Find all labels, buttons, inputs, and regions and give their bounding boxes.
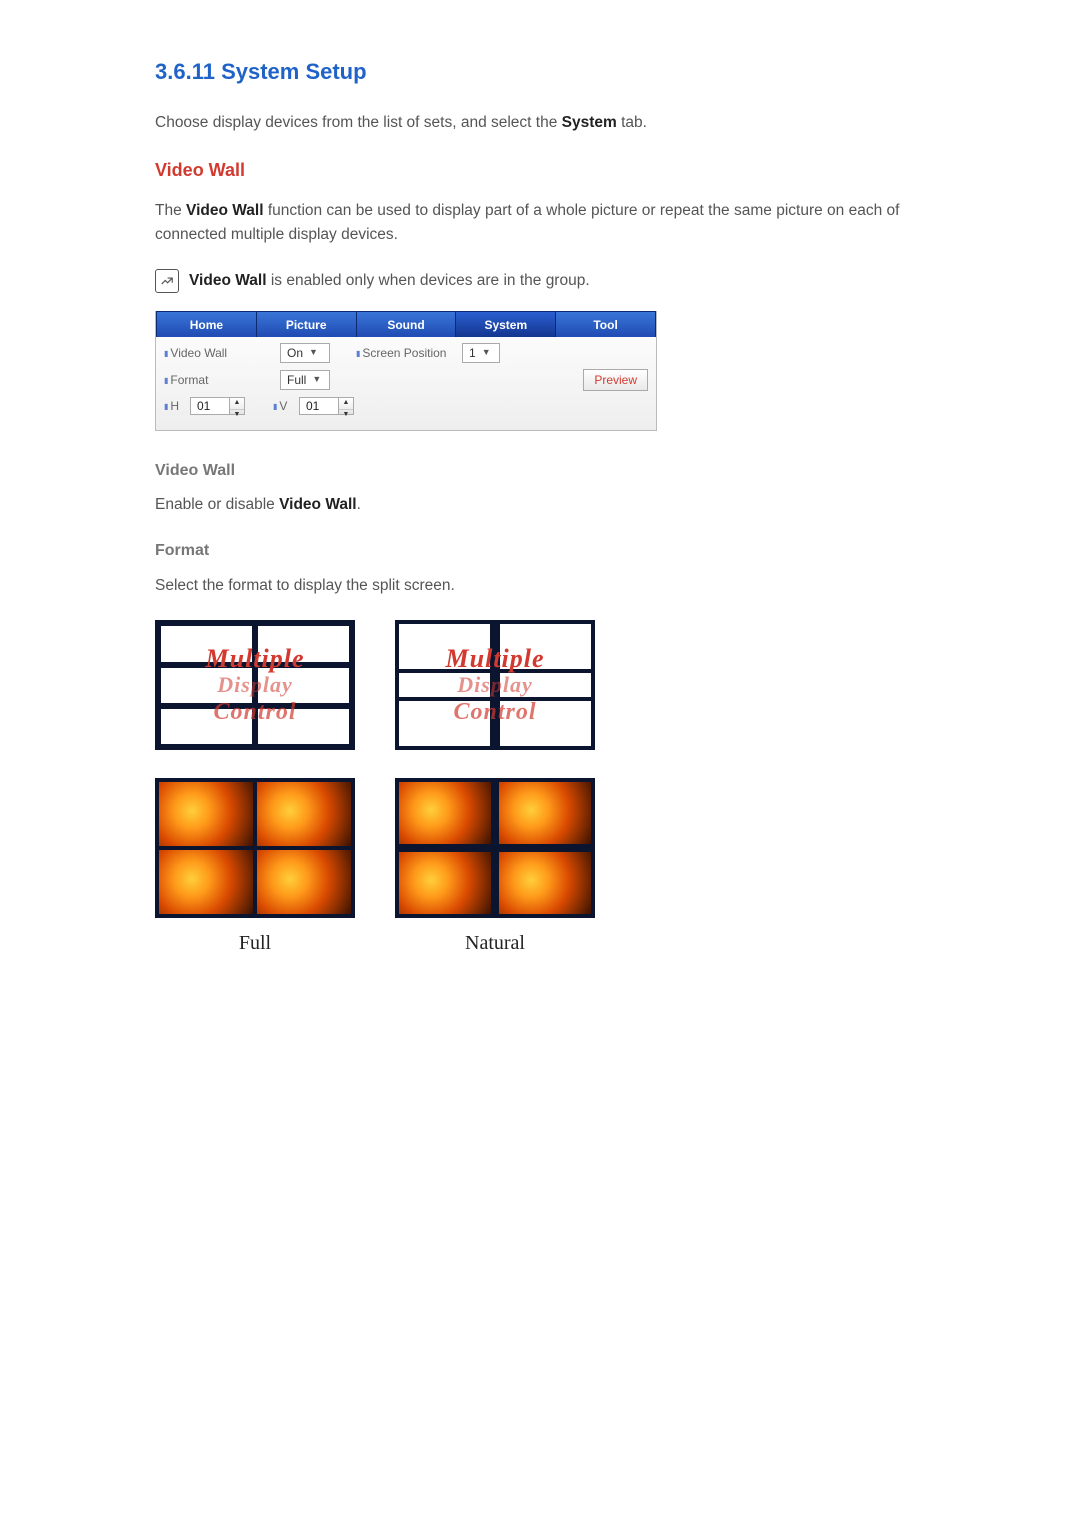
tab-row: Home Picture Sound System Tool — [156, 311, 656, 337]
video-wall-item-heading: Video Wall — [155, 459, 925, 484]
vw-enable-after: . — [357, 496, 361, 513]
note-bold: Video Wall — [189, 272, 267, 289]
video-wall-value: On — [287, 344, 303, 363]
vw-p-bold: Video Wall — [186, 202, 264, 219]
intro-bold: System — [562, 114, 617, 131]
screen-position-dropdown[interactable]: 1 ▼ — [462, 343, 500, 363]
video-wall-paragraph: The Video Wall function can be used to d… — [155, 199, 925, 247]
note-icon — [155, 269, 179, 293]
vw-enable-before: Enable or disable — [155, 496, 279, 513]
chevron-down-icon: ▼ — [309, 346, 318, 360]
chevron-down-icon[interactable]: ▼ — [230, 410, 244, 421]
format-photo-natural — [395, 778, 595, 918]
format-photo-full — [155, 778, 355, 918]
chevron-up-icon[interactable]: ▲ — [230, 398, 244, 410]
note-text: Video Wall is enabled only when devices … — [189, 269, 590, 293]
video-wall-subheading: Video Wall — [155, 157, 925, 185]
h-label: H — [164, 397, 184, 416]
preview-button[interactable]: Preview — [583, 369, 648, 391]
video-wall-label: Video Wall — [164, 344, 274, 363]
note-after: is enabled only when devices are in the … — [267, 272, 590, 289]
h-value: 01 — [190, 397, 229, 415]
caption-full: Full — [155, 928, 355, 959]
tab-tool[interactable]: Tool — [556, 311, 656, 337]
format-item-heading: Format — [155, 539, 925, 564]
v-label: V — [273, 397, 293, 416]
intro-before: Choose display devices from the list of … — [155, 114, 562, 131]
caption-natural: Natural — [395, 928, 595, 959]
chevron-down-icon: ▼ — [312, 373, 321, 387]
chevron-up-icon[interactable]: ▲ — [339, 398, 353, 410]
h-stepper[interactable]: 01 ▲▼ — [190, 397, 245, 415]
v-stepper[interactable]: 01 ▲▼ — [299, 397, 354, 415]
intro-after: tab. — [617, 114, 647, 131]
format-diagram-full: Multiple Display Control — [155, 620, 355, 750]
tab-picture[interactable]: Picture — [257, 311, 357, 337]
chevron-down-icon: ▼ — [482, 346, 491, 360]
vw-p-after: function can be used to display part of … — [155, 202, 899, 243]
tab-system[interactable]: System — [456, 311, 556, 337]
screen-position-value: 1 — [469, 344, 476, 363]
format-label: Format — [164, 371, 274, 390]
chevron-down-icon[interactable]: ▼ — [339, 410, 353, 421]
vw-p-before: The — [155, 202, 186, 219]
format-dropdown[interactable]: Full ▼ — [280, 370, 330, 390]
format-diagram-natural: Multiple Display Control — [395, 620, 595, 750]
tab-sound[interactable]: Sound — [357, 311, 457, 337]
section-heading: 3.6.11 System Setup — [155, 55, 925, 89]
system-toolbar-panel: Home Picture Sound System Tool Video Wal… — [155, 311, 657, 431]
tab-home[interactable]: Home — [156, 311, 257, 337]
format-value: Full — [287, 371, 306, 390]
screen-position-label: Screen Position — [356, 344, 456, 363]
intro-paragraph: Choose display devices from the list of … — [155, 111, 925, 135]
vw-enable-bold: Video Wall — [279, 496, 357, 513]
v-value: 01 — [299, 397, 338, 415]
format-item-text: Select the format to display the split s… — [155, 574, 925, 598]
video-wall-dropdown[interactable]: On ▼ — [280, 343, 330, 363]
video-wall-enable-text: Enable or disable Video Wall. — [155, 493, 925, 517]
